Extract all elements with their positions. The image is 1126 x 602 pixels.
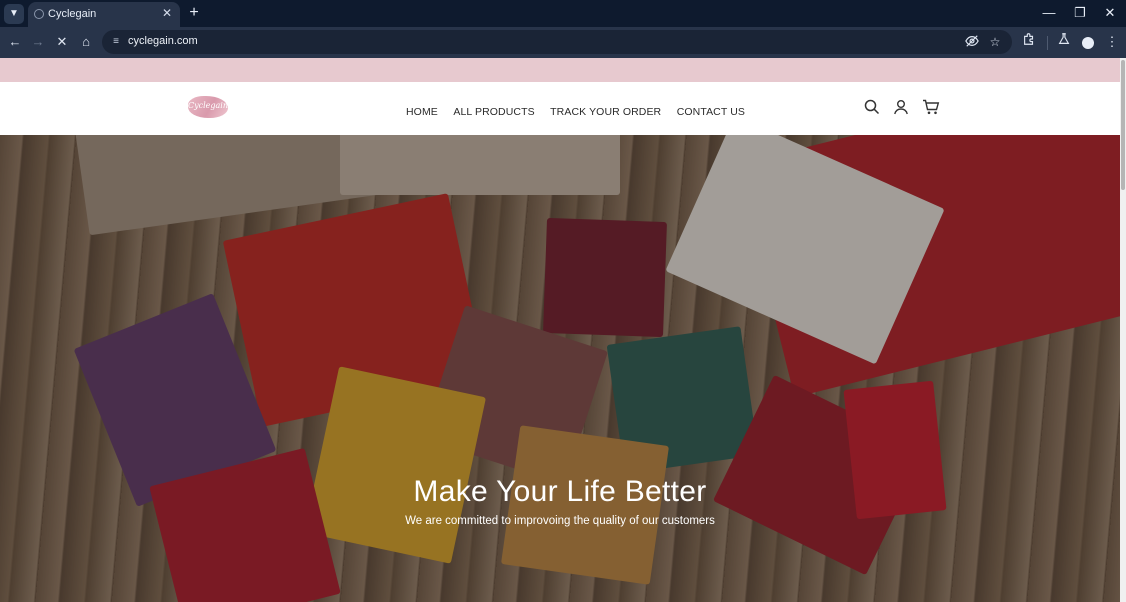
site-info-icon[interactable]: ≡: [109, 35, 123, 49]
stop-button[interactable]: ✕: [52, 32, 72, 52]
logo-text: Cyclegain: [188, 101, 229, 110]
minimize-button[interactable]: —: [1038, 3, 1060, 23]
chevron-down-icon: ▼: [9, 8, 19, 19]
announcement-bar: [0, 58, 1120, 82]
close-window-button[interactable]: ✕: [1099, 3, 1121, 23]
bookmark-star-icon[interactable]: ☆: [987, 34, 1003, 50]
favicon-icon: [34, 9, 44, 19]
cart-icon[interactable]: [922, 99, 940, 117]
hero-bag-shape: [222, 193, 488, 427]
hero-box-shape: [303, 366, 487, 564]
back-button[interactable]: ←: [5, 32, 25, 52]
address-bar[interactable]: ≡ cyclegain.com ☆: [102, 30, 1012, 54]
nav-all-products[interactable]: ALL PRODUCTS: [453, 106, 534, 118]
forward-button[interactable]: →: [28, 32, 48, 52]
nav-track-your-order[interactable]: TRACK YOUR ORDER: [550, 106, 661, 118]
hero-box-shape: [606, 326, 759, 474]
tab-search-button[interactable]: ▼: [4, 4, 24, 24]
browser-tab[interactable]: Cyclegain ✕: [28, 2, 180, 27]
nav-contact-us[interactable]: CONTACT US: [677, 106, 745, 118]
web-page: Cyclegain HOME ALL PRODUCTS TRACK YOUR O…: [0, 58, 1126, 602]
hero-title: Make Your Life Better: [413, 475, 707, 508]
account-icon[interactable]: [893, 99, 911, 117]
restore-button[interactable]: ❐: [1069, 3, 1091, 23]
hero-bag-shape: [736, 135, 1120, 398]
hero-box-shape: [543, 217, 667, 338]
hero-box-shape: [422, 305, 608, 485]
browser-tab-bar: ▼ Cyclegain ✕ + — ❐ ✕: [0, 0, 1126, 27]
home-button[interactable]: ⌂: [76, 32, 96, 52]
toolbar-divider: [1047, 36, 1048, 50]
browser-toolbar: ← → ✕ ⌂ ≡ cyclegain.com ☆ ⋮: [0, 27, 1126, 58]
site-logo[interactable]: Cyclegain: [188, 96, 228, 118]
nav-home[interactable]: HOME: [406, 106, 438, 118]
site-header: Cyclegain HOME ALL PRODUCTS TRACK YOUR O…: [0, 82, 1120, 135]
hero-bag-shape: [73, 135, 387, 236]
more-vertical-icon[interactable]: ⋮: [1102, 32, 1122, 52]
hero-banner: Make Your Life Better We are committed t…: [0, 135, 1120, 602]
search-icon[interactable]: [864, 99, 882, 117]
hero-subtitle: We are committed to improvoing the quali…: [405, 515, 715, 527]
scrollbar-thumb[interactable]: [1121, 60, 1125, 190]
url-text[interactable]: cyclegain.com: [128, 35, 198, 47]
page-scrollbar[interactable]: [1120, 58, 1126, 602]
profile-icon[interactable]: [1078, 32, 1098, 52]
extensions-icon[interactable]: [1019, 32, 1039, 52]
hero-bag-shape: [665, 135, 945, 365]
main-nav: HOME ALL PRODUCTS TRACK YOUR ORDER CONTA…: [406, 102, 756, 120]
tab-title: Cyclegain: [48, 8, 97, 20]
flask-icon[interactable]: [1054, 32, 1074, 52]
new-tab-button[interactable]: +: [186, 5, 202, 21]
hero-bag-shape: [340, 135, 620, 195]
eye-off-icon[interactable]: [964, 34, 980, 50]
tab-close-button[interactable]: ✕: [160, 6, 174, 20]
